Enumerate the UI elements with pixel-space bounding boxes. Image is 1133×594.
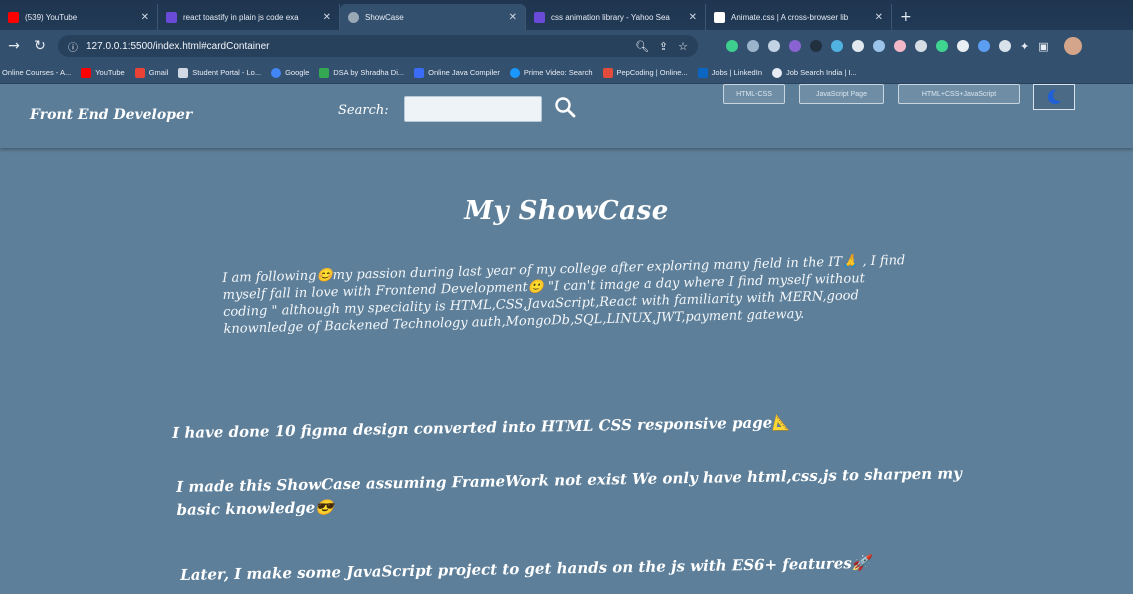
extension-icon[interactable] — [999, 40, 1011, 52]
bookmark-label: Google — [285, 68, 310, 77]
bookmarks-bar: Online Courses - A... YouTube Gmail Stud… — [0, 62, 1133, 84]
browser-toolbar: → ↻ ⓘ 127.0.0.1:5500/index.html#cardCont… — [0, 30, 1133, 62]
javascript-paragraph: Later, I make some JavaScript project to… — [180, 553, 871, 584]
close-tab-icon[interactable]: ✕ — [141, 12, 149, 23]
globe-favicon-icon — [348, 11, 359, 23]
tab-youtube[interactable]: (539) YouTube ✕ — [0, 4, 158, 30]
bookmark-item[interactable]: Online Courses - A... — [2, 68, 71, 77]
search-input[interactable] — [404, 96, 542, 122]
tab-showcase[interactable]: ShowCase ✕ — [340, 4, 526, 30]
bookmark-item[interactable]: YouTube — [81, 67, 125, 78]
bookmark-label: Student Portal - Lo... — [192, 68, 262, 77]
dsa-icon — [319, 67, 330, 78]
theme-toggle-button[interactable] — [1033, 84, 1075, 110]
extension-icon[interactable] — [747, 40, 759, 52]
extension-icon[interactable] — [936, 40, 948, 52]
google-icon — [271, 67, 282, 78]
bookmark-label: PepCoding | Online... — [616, 68, 688, 77]
extension-icon[interactable] — [768, 40, 780, 52]
close-tab-icon[interactable]: ✕ — [689, 12, 697, 23]
share-icon[interactable]: ⇪ — [659, 40, 668, 53]
bookmark-label: DSA by Shradha Di... — [333, 68, 405, 77]
yahoo-favicon-icon — [534, 11, 545, 23]
bookmark-item[interactable]: Online Java Compiler — [414, 67, 500, 78]
site-brand[interactable]: Front End Developer — [30, 107, 192, 123]
bookmark-label: Job Search India | I... — [786, 68, 857, 77]
search-label: Search: — [338, 103, 389, 118]
site-info-icon[interactable]: ⓘ — [68, 39, 78, 54]
job-search-icon — [772, 67, 782, 78]
tab-title: (539) YouTube — [25, 12, 78, 22]
prime-video-icon — [509, 67, 520, 78]
bookmark-label: Online Java Compiler — [428, 68, 500, 77]
browser-tab-bar: (539) YouTube ✕ react toastify in plain … — [0, 0, 1133, 30]
search-icon[interactable] — [553, 95, 577, 119]
portal-icon — [178, 67, 189, 78]
bookmark-label: Online Courses - A... — [2, 68, 72, 77]
tab-title: css animation library - Yahoo Sea — [551, 12, 670, 22]
forward-arrow-icon[interactable]: → — [6, 38, 22, 54]
site-navbar: Front End Developer Search: HTML-CSS Jav… — [0, 84, 1133, 148]
zoom-icon[interactable]: 🔍︎ — [635, 40, 649, 53]
bookmark-item[interactable]: Student Portal - Lo... — [178, 67, 262, 78]
sidebar-icon[interactable]: ▣ — [1038, 40, 1048, 53]
extension-icon[interactable] — [789, 40, 801, 52]
tab-title: Animate.css | A cross-browser lib — [731, 12, 849, 22]
pepcoding-icon — [602, 67, 613, 78]
profile-avatar[interactable] — [1063, 37, 1082, 55]
extension-icon[interactable] — [873, 40, 885, 52]
nav-link-html-css-js[interactable]: HTML+CSS+JavaScript — [898, 84, 1020, 104]
bookmark-label: Jobs | LinkedIn — [711, 68, 762, 77]
bookmark-label: Prime Video: Search — [523, 68, 593, 77]
address-bar[interactable]: ⓘ 127.0.0.1:5500/index.html#cardContaine… — [58, 35, 698, 57]
main-content: My ShowCase I am following😊my passion du… — [0, 150, 1133, 594]
animate-favicon-icon — [714, 11, 725, 23]
extensions-area: ✦ ▣ — [726, 37, 1082, 55]
compiler-icon — [414, 67, 425, 78]
figma-paragraph: I have done 10 figma design converted in… — [172, 413, 792, 442]
new-tab-button[interactable]: + — [892, 9, 920, 30]
nav-link-html-css[interactable]: HTML-CSS — [723, 84, 785, 104]
puzzle-icon[interactable]: ✦ — [1020, 40, 1029, 53]
extension-icon[interactable] — [894, 40, 906, 52]
bookmark-item[interactable]: PepCoding | Online... — [602, 67, 688, 78]
linkedin-icon — [697, 67, 708, 78]
page-title: My ShowCase — [464, 196, 669, 226]
tab-react-toastify[interactable]: react toastify in plain js code exa ✕ — [158, 4, 340, 30]
youtube-favicon-icon — [8, 11, 19, 23]
url-text[interactable]: 127.0.0.1:5500/index.html#cardContainer — [86, 41, 269, 52]
youtube-icon — [81, 67, 92, 78]
bookmark-item[interactable]: Google — [271, 67, 310, 78]
bookmark-item[interactable]: Prime Video: Search — [509, 67, 593, 78]
tab-animate-css[interactable]: Animate.css | A cross-browser lib ✕ — [706, 4, 892, 30]
showcase-paragraph: I made this ShowCase assuming FrameWork … — [176, 464, 963, 519]
nav-link-javascript[interactable]: JavaScript Page — [799, 84, 884, 104]
extension-icon[interactable] — [810, 40, 822, 52]
extension-icon[interactable] — [852, 40, 864, 52]
bookmark-label: YouTube — [95, 68, 125, 77]
extension-icon[interactable] — [831, 40, 843, 52]
close-tab-icon[interactable]: ✕ — [509, 12, 517, 23]
tab-title: react toastify in plain js code exa — [183, 12, 299, 22]
moon-icon — [1047, 89, 1062, 105]
extension-icon[interactable] — [915, 40, 927, 52]
close-tab-icon[interactable]: ✕ — [323, 12, 331, 23]
tab-css-animation[interactable]: css animation library - Yahoo Sea ✕ — [526, 4, 706, 30]
bookmark-item[interactable]: Jobs | LinkedIn — [697, 67, 762, 78]
bookmark-label: Gmail — [148, 68, 169, 77]
bookmark-item[interactable]: DSA by Shradha Di... — [319, 67, 405, 78]
bookmark-item[interactable]: Job Search India | I... — [772, 67, 857, 78]
gmail-icon — [134, 67, 145, 78]
bookmark-star-icon[interactable]: ☆ — [678, 40, 688, 53]
intro-paragraph: I am following😊my passion during last ye… — [222, 253, 906, 337]
extension-icon[interactable] — [978, 40, 990, 52]
bookmark-item[interactable]: Gmail — [134, 67, 169, 78]
close-tab-icon[interactable]: ✕ — [875, 12, 883, 23]
extension-icon[interactable] — [957, 40, 969, 52]
reload-icon[interactable]: ↻ — [32, 38, 48, 54]
tab-title: ShowCase — [365, 12, 404, 22]
yahoo-favicon-icon — [166, 11, 177, 23]
extension-icon[interactable] — [726, 40, 738, 52]
